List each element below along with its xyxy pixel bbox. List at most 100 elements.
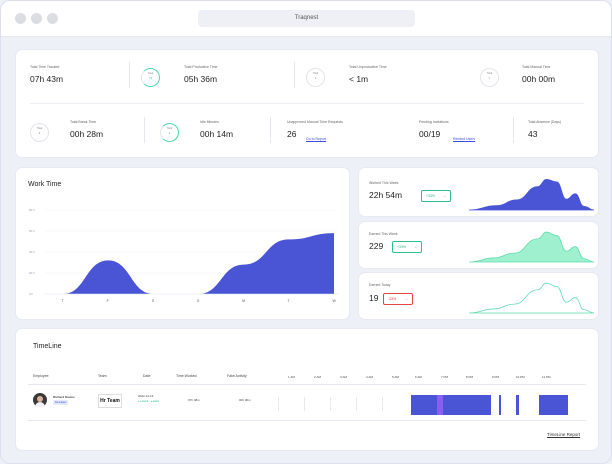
progress-ring: Total 2 bbox=[306, 68, 325, 87]
timeline-title: TimeLine bbox=[33, 343, 62, 350]
col-header-team: Team bbox=[98, 374, 107, 378]
divider bbox=[129, 62, 130, 88]
progress-ring: Total 3 bbox=[160, 123, 179, 142]
mini-chart bbox=[469, 178, 594, 211]
change-badge: +33% ⌄ bbox=[421, 190, 451, 202]
window-close-dot[interactable] bbox=[15, 13, 26, 24]
sparkline-area bbox=[469, 231, 594, 263]
x-tick-label: S bbox=[151, 299, 155, 303]
col-header-employee: Employee bbox=[33, 374, 49, 378]
divider bbox=[270, 117, 271, 143]
worked-this-week-card: Worked This Week 22h 54m +33% ⌄ bbox=[359, 168, 598, 216]
stat-label: Total Absence (Days) bbox=[528, 120, 562, 124]
table-row[interactable]: Richard Davies Developer Hr Team 2022-12… bbox=[28, 385, 586, 419]
hour-tick bbox=[278, 397, 279, 411]
change-badge: +33% ⌄ bbox=[392, 241, 422, 253]
activity-bar[interactable] bbox=[411, 395, 491, 415]
window-maximize-dot[interactable] bbox=[47, 13, 58, 24]
col-header-time-worked: Time Worked bbox=[176, 374, 197, 378]
stat-value: 05h 36m bbox=[184, 74, 218, 84]
hour-label: 5 AM bbox=[392, 375, 399, 379]
hour-tick bbox=[330, 397, 331, 411]
app-window: Traqnest Total Time Tracked 07h 43m Tota… bbox=[0, 0, 612, 464]
divider bbox=[144, 117, 145, 143]
col-header-date: Date bbox=[143, 374, 151, 378]
chevron-down-icon: ⌄ bbox=[443, 194, 446, 198]
x-tick-label: M bbox=[242, 299, 246, 303]
hour-tick bbox=[356, 397, 357, 411]
activity-bar[interactable] bbox=[516, 395, 519, 415]
go-to-report-link[interactable]: Go to Report bbox=[306, 137, 326, 141]
stat-label: Idle Minutes bbox=[200, 120, 219, 124]
earned-today-card: Earned Today 19 -33% ⌄ bbox=[359, 273, 598, 319]
row-divider bbox=[30, 103, 584, 104]
title-bar: Traqnest bbox=[1, 1, 611, 37]
col-header-fake-activity: Fake Activity bbox=[227, 374, 247, 378]
hour-label: 6 AM bbox=[415, 375, 422, 379]
window-minimize-dot[interactable] bbox=[31, 13, 42, 24]
remind-users-link[interactable]: Remind Users bbox=[453, 137, 475, 141]
x-tick-label: F bbox=[106, 299, 109, 303]
timeline-card: TimeLine Employee Team Date Time Worked … bbox=[16, 329, 598, 450]
stat-label: Total Break Time bbox=[70, 120, 97, 124]
mini-value: 229 bbox=[369, 241, 384, 251]
mini-label: Earned Today bbox=[369, 283, 391, 287]
stat-value: 07h 43m bbox=[30, 74, 64, 84]
hour-label: 1 AM bbox=[288, 375, 295, 379]
hour-label: 2 AM bbox=[314, 375, 321, 379]
mini-label: Earned This Week bbox=[369, 232, 398, 236]
hour-label: 8 PM bbox=[466, 375, 474, 379]
progress-ring: Total 73 bbox=[141, 68, 160, 87]
stat-value: 26 bbox=[287, 129, 297, 139]
mini-label: Worked This Week bbox=[369, 181, 399, 185]
employee-name: Richard Davies bbox=[53, 395, 75, 399]
late-status: ● Lateral bbox=[138, 400, 149, 403]
activity-bar[interactable] bbox=[499, 395, 501, 415]
work-time-card: Work Time 80 h 60 h 40 h 20 h 0 h TFSSMT… bbox=[16, 168, 349, 319]
fake-activity-value: 00h 00m bbox=[239, 398, 251, 402]
address-bar[interactable]: Traqnest bbox=[198, 10, 415, 27]
stat-label: Pending Invitations bbox=[419, 120, 449, 124]
timeline-report-link[interactable]: TimeLine Report bbox=[547, 432, 580, 437]
row-date: 2022-12-19 bbox=[138, 394, 154, 398]
stat-label: Total Unproductive Time bbox=[349, 65, 387, 69]
earned-this-week-card: Earned This Week 229 +33% ⌄ bbox=[359, 222, 598, 268]
activity-bar[interactable] bbox=[539, 395, 568, 415]
stat-label: Total Time Tracked bbox=[30, 65, 60, 69]
progress-ring: Total 6 bbox=[30, 123, 49, 142]
stat-value: 00h 28m bbox=[70, 129, 104, 139]
activity-bar[interactable] bbox=[437, 395, 443, 415]
hour-label: 4 AM bbox=[366, 375, 373, 379]
time-worked-value: 07h 48m bbox=[188, 398, 200, 402]
progress-ring: Total 0 bbox=[480, 68, 499, 87]
work-time-area bbox=[63, 233, 334, 294]
stat-value: < 1m bbox=[349, 74, 369, 84]
stat-value: 43 bbox=[528, 129, 538, 139]
stat-label: Total Manual Time bbox=[522, 65, 551, 69]
change-badge: -33% ⌄ bbox=[383, 293, 413, 305]
team-logo: Hr Team bbox=[98, 394, 122, 408]
stat-label: Unapproved Manual Time Requests bbox=[287, 120, 343, 124]
stat-label: Total Productive Time bbox=[184, 65, 218, 69]
mini-value: 19 bbox=[369, 293, 379, 303]
stat-value: 00h 00m bbox=[522, 74, 556, 84]
stat-value: 00/19 bbox=[419, 129, 441, 139]
avatar bbox=[33, 393, 47, 407]
row-divider bbox=[28, 420, 586, 421]
sparkline-area bbox=[469, 178, 594, 211]
chevron-down-icon: ⌄ bbox=[405, 297, 408, 301]
stats-card: Total Time Tracked 07h 43m Total 73 Total… bbox=[16, 50, 598, 157]
x-tick-label: T bbox=[287, 299, 290, 303]
hour-label: 9 PM bbox=[492, 375, 500, 379]
hour-label: 3 AM bbox=[340, 375, 347, 379]
work-time-chart bbox=[44, 209, 338, 295]
mini-chart bbox=[469, 231, 594, 263]
divider bbox=[513, 117, 514, 143]
hour-label: 7 PM bbox=[441, 375, 449, 379]
stat-value: 00h 14m bbox=[200, 129, 234, 139]
role-badge: Developer bbox=[53, 400, 69, 405]
sparkline-area bbox=[469, 282, 594, 314]
mini-chart bbox=[469, 282, 594, 314]
x-tick-label: S bbox=[197, 299, 200, 303]
early-status: ● Early bbox=[151, 400, 160, 403]
